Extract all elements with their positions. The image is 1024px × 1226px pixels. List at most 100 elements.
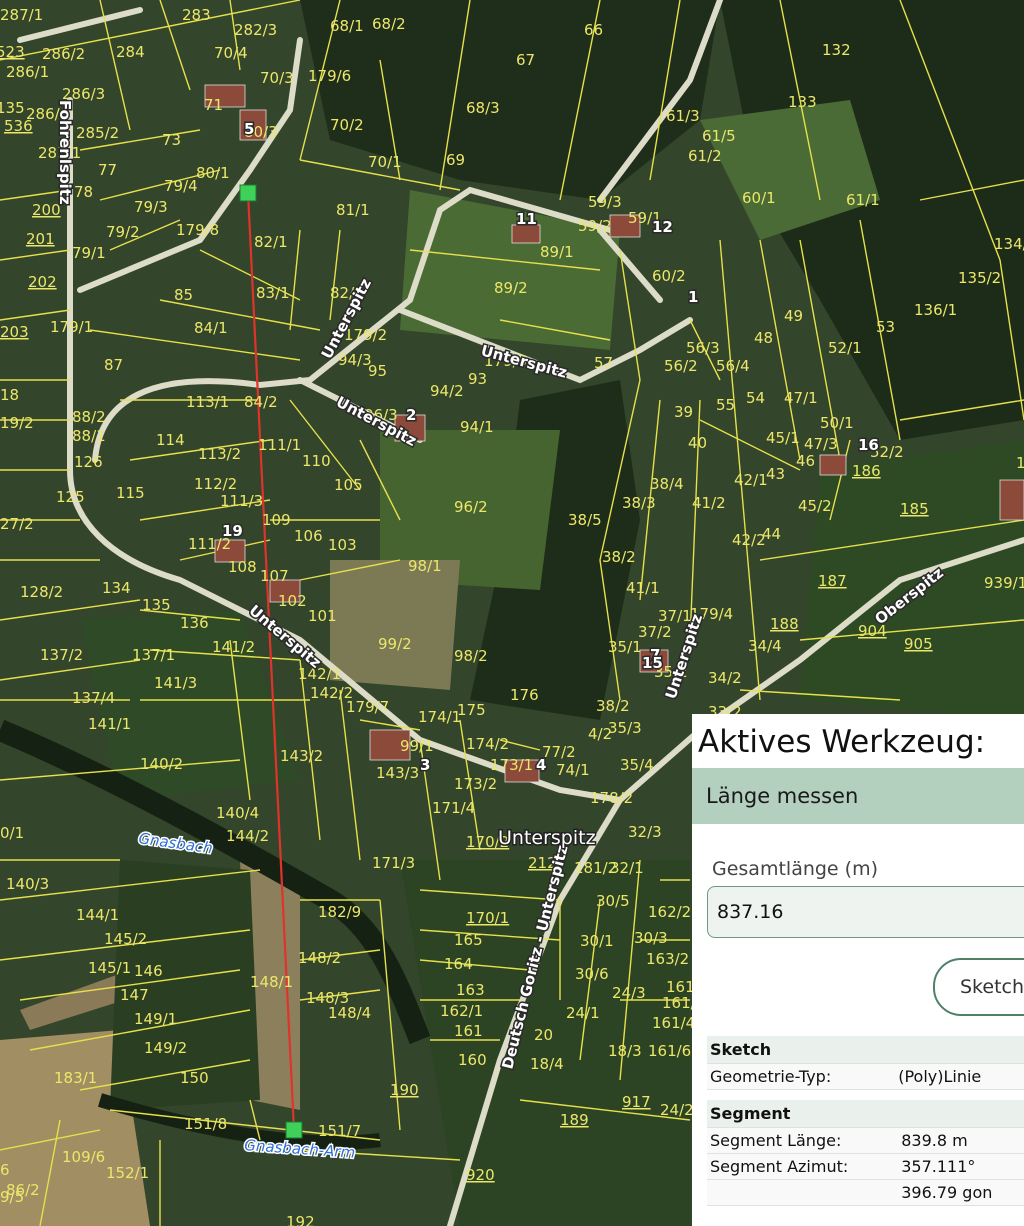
parcel-number-label: 98/1 [408, 557, 442, 575]
geometry-type-value: (Poly)Linie [895, 1063, 1024, 1090]
segment-azimuth-label: Segment Azimut: [707, 1153, 899, 1180]
segment-section-title: Segment [707, 1100, 1024, 1128]
parcel-number-label: 286/2 [42, 45, 85, 63]
parcel-number-label: 151/7 [318, 1122, 361, 1140]
parcel-number-label: 30/1 [580, 932, 614, 950]
parcel-number-label: 79/2 [106, 223, 140, 241]
sketch-info-table: Sketch Geometrie-Typ: (Poly)Linie [707, 1036, 1024, 1090]
house-number-label: 1 [688, 288, 698, 306]
segment-info-table: Segment Segment Länge: 839.8 m Segment A… [707, 1100, 1024, 1206]
total-length-field[interactable] [707, 886, 1024, 938]
parcel-number-label: 67 [516, 51, 535, 69]
parcel-number-label: 79/1 [72, 244, 106, 262]
parcel-number-label: 135/2 [958, 269, 1001, 287]
parcel-number-label: 30/6 [575, 965, 609, 983]
parcel-number-label: 137/4 [72, 689, 115, 707]
parcel-number-label: 107 [260, 567, 289, 585]
parcel-number-label: 284 [116, 43, 145, 61]
parcel-number-label: 18/4 [530, 1055, 564, 1073]
parcel-number-label: 102 [278, 592, 307, 610]
parcel-number-label: 192 [286, 1213, 315, 1226]
parcel-number-label: 82/1 [254, 233, 288, 251]
parcel-number-label: 84/1 [194, 319, 228, 337]
parcel-number-label: 71 [204, 96, 223, 114]
parcel-number-label: 142/1 [298, 665, 341, 683]
measure-vertex-start[interactable] [239, 184, 257, 202]
parcel-number-label: 68/1 [330, 17, 364, 35]
parcel-number-label: 61/1 [846, 191, 880, 209]
parcel-number-label: 179/7 [346, 698, 389, 716]
segment-azimuth-gon-value: 396.79 gon [898, 1179, 1024, 1206]
house-number-label: 2 [406, 406, 416, 424]
parcel-number-label: 52/1 [828, 339, 862, 357]
parcel-number-label: 136/1 [914, 301, 957, 319]
parcel-number-label: 85 [174, 286, 193, 304]
parcel-number-label: 137/1 [132, 646, 175, 664]
parcel-number-label: 164 [444, 955, 473, 973]
parcel-number-label: 171/4 [432, 799, 475, 817]
parcel-number-label: 115 [116, 484, 145, 502]
parcel-number-label: 144/1 [76, 906, 119, 924]
parcel-number-label: 0/1 [0, 824, 24, 842]
parcel-number-label: 30/5 [596, 892, 630, 910]
parcel-number-label: 83/1 [256, 284, 290, 302]
table-row: Segment Länge: 839.8 m [707, 1127, 1024, 1154]
parcel-number-label: 35/3 [608, 719, 642, 737]
parcel-number-label: 38/4 [650, 475, 684, 493]
parcel-number-label: 148/4 [328, 1004, 371, 1022]
parcel-number-label: 79/4 [164, 177, 198, 195]
parcel-number-label: 55 [716, 396, 735, 414]
parcel-number-label: 56/4 [716, 357, 750, 375]
parcel-number-label: 111/3 [220, 492, 263, 510]
parcel-number-label: 179/1 [50, 318, 93, 336]
parcel-number-label: 283 [182, 6, 211, 24]
sketch-section-header: Sketch [707, 1036, 1024, 1064]
parcel-number-label: 45/2 [798, 497, 832, 515]
parcel-number-label: 94/2 [430, 382, 464, 400]
parcel-number-label: 89/2 [494, 279, 528, 297]
parcel-number-label: 47/1 [784, 389, 818, 407]
sketch-button[interactable]: Sketch [933, 958, 1024, 1016]
parcel-number-label: 86/2 [6, 1181, 40, 1199]
parcel-number-label: 135 [0, 99, 25, 117]
table-row: 396.79 gon [707, 1179, 1024, 1206]
parcel-number-label: 141/3 [154, 674, 197, 692]
measure-vertex-end[interactable] [285, 1121, 303, 1139]
parcel-number-label: 536 [4, 117, 33, 135]
parcel-number-label: 56/3 [686, 339, 720, 357]
parcel-number-label: 77 [98, 161, 117, 179]
parcel-number-label: 27/2 [0, 515, 34, 533]
parcel-number-label: 74/1 [556, 761, 590, 779]
parcel-number-label: 6 [0, 1161, 10, 1179]
parcel-number-label: 81/1 [336, 201, 370, 219]
parcel-number-label: 150 [180, 1069, 209, 1087]
sketch-section-title: Sketch [707, 1036, 1024, 1064]
parcel-number-label: 160 [458, 1051, 487, 1069]
parcel-number-label: 174/1 [418, 708, 461, 726]
parcel-number-label: 61/5 [702, 127, 736, 145]
parcel-number-label: 79/3 [134, 198, 168, 216]
parcel-number-label: 84/2 [244, 393, 278, 411]
parcel-number-label: 34/4 [748, 637, 782, 655]
parcel-number-label: 141/1 [88, 715, 131, 733]
parcel-number-label: 145/2 [104, 930, 147, 948]
parcel-number-label: 173/2 [454, 775, 497, 793]
parcel-number-label: 94/3 [338, 351, 372, 369]
parcel-number-label: 98/2 [454, 647, 488, 665]
panel-heading: Aktives Werkzeug: [698, 724, 986, 760]
parcel-number-label: 19/2 [0, 414, 34, 432]
parcel-number-label: 73 [162, 131, 181, 149]
parcel-number-label: 24/2 [660, 1101, 694, 1119]
parcel-number-label: 134/ [994, 235, 1024, 253]
parcel-number-label: 54 [746, 389, 765, 407]
parcel-number-label: 523 [0, 43, 25, 61]
parcel-number-label: 939/1 [984, 574, 1024, 592]
parcel-number-label: 18/3 [608, 1042, 642, 1060]
parcel-number-label: 190 [390, 1081, 419, 1099]
parcel-number-label: 94/1 [460, 418, 494, 436]
parcel-number-label: 48 [754, 329, 773, 347]
parcel-number-label: 70/1 [368, 153, 402, 171]
parcel-number-label: 147 [120, 986, 149, 1004]
parcel-number-label: 143/3 [376, 764, 419, 782]
parcel-number-label: 87 [104, 356, 123, 374]
